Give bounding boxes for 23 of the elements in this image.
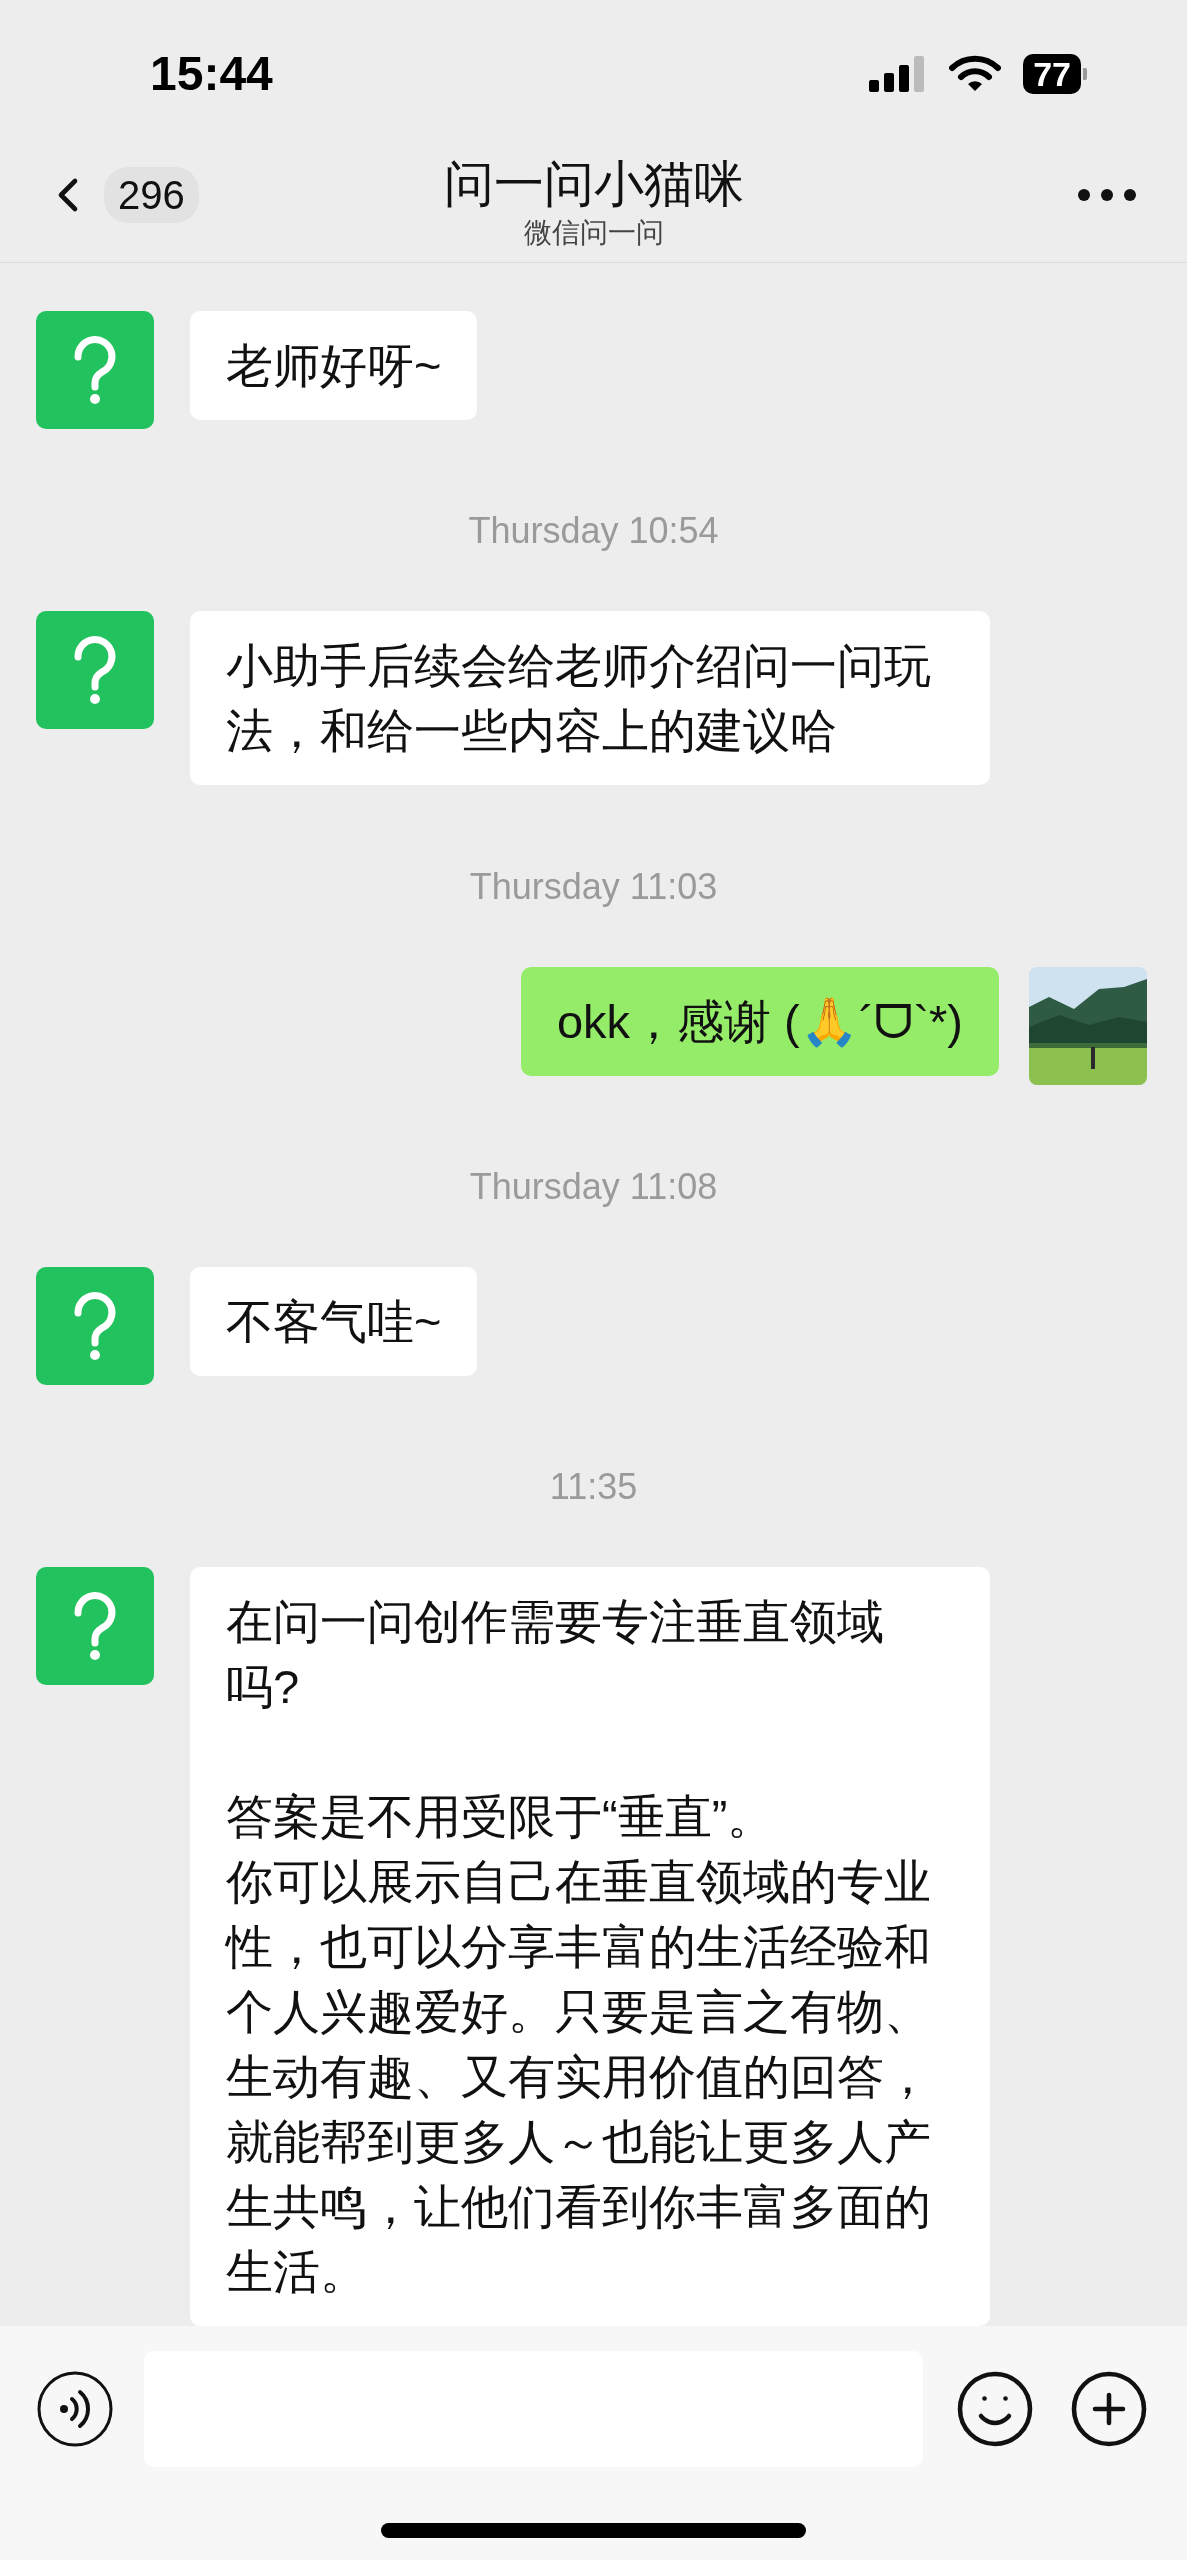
received-message-bubble: 小助手后续会给老师介绍问一问玩法，和给一些内容上的建议哈 bbox=[190, 611, 990, 786]
message-paragraph: 在问一问创作需要专注垂直领域吗? bbox=[226, 1594, 885, 1716]
question-mark-avatar-icon bbox=[36, 611, 154, 730]
chat-title: 问一问小猫咪 bbox=[443, 155, 744, 214]
received-message-bubble: 老师好呀~ bbox=[190, 311, 478, 421]
unread-count[interactable]: 296 bbox=[104, 167, 199, 223]
voice-icon[interactable] bbox=[36, 2370, 114, 2449]
question-mark-avatar-icon bbox=[36, 1567, 154, 1686]
status-time: 15:44 bbox=[150, 46, 273, 102]
sent-message-bubble: okk，感谢 (🙏´ᗜ`*) bbox=[520, 967, 999, 1077]
timestamp: Thursday 11:08 bbox=[469, 1169, 718, 1206]
received-message-bubble: 不客气哇~ bbox=[190, 1267, 478, 1377]
question-mark-avatar-icon bbox=[36, 311, 154, 430]
battery-level: 77 bbox=[1023, 54, 1081, 94]
timestamp: 11:35 bbox=[549, 1469, 638, 1506]
wifi-icon bbox=[949, 55, 1002, 93]
timestamp: Thursday 11:03 bbox=[469, 869, 718, 906]
question-mark-avatar-icon bbox=[36, 1267, 154, 1386]
message-paragraph: 你可以展示自己在垂直领域的专业性，也可以分享丰富的生活经验和个人兴趣爱好。只要是言之有物、生动有趣、又有实用价值的回答，就能帮到更多人～也能让更多人产生共鸣，让他们看到你丰富多面的生活。 bbox=[226, 1854, 932, 2301]
more-icon[interactable] bbox=[1077, 188, 1137, 202]
timestamp: Thursday 10:54 bbox=[468, 513, 719, 550]
chat-subtitle: 微信问一问 bbox=[523, 216, 664, 250]
message-paragraph: 答案是不用受限于“垂直”。 bbox=[226, 1789, 776, 1846]
